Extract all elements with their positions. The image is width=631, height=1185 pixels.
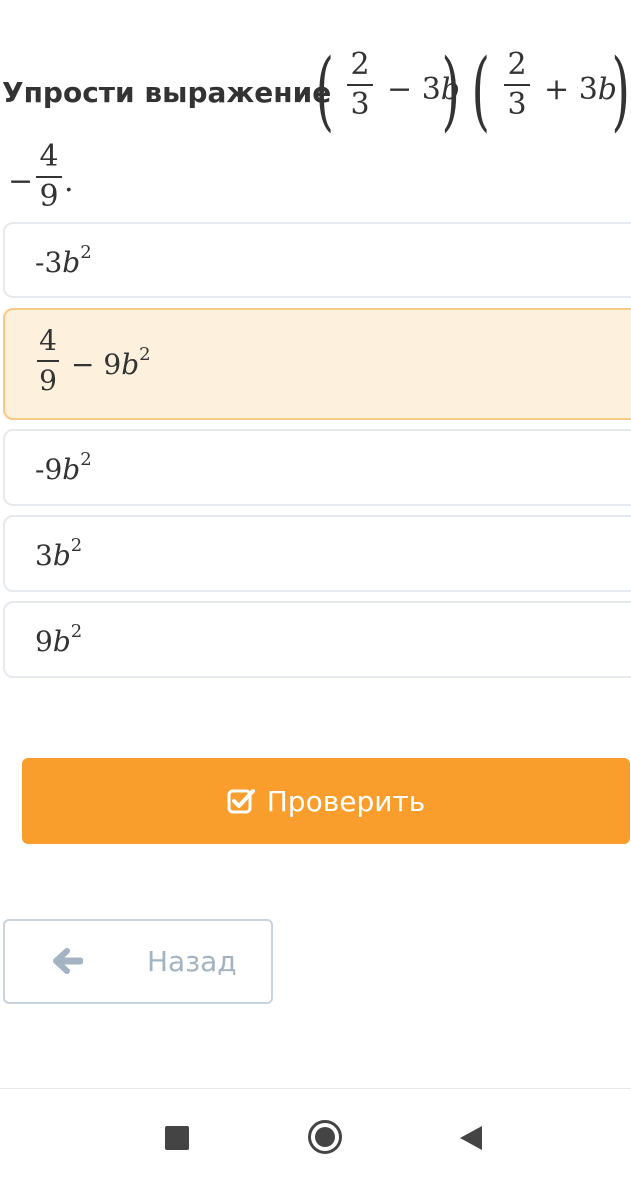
option-2-numerator: 4 xyxy=(39,324,57,357)
option-2-exponent: 2 xyxy=(139,344,151,365)
answer-option-1[interactable]: -3b2 xyxy=(3,222,631,298)
fraction-1: 2 3 xyxy=(347,48,373,122)
answer-option-3[interactable]: -9b2 xyxy=(3,429,631,506)
question-prompt: Упрости выражение xyxy=(2,76,332,109)
fraction-1-denominator: 3 xyxy=(350,87,370,122)
term-2-coefficient: 3 xyxy=(578,72,598,107)
option-2-variable: b xyxy=(121,348,140,381)
fraction-3-numerator: 4 xyxy=(39,139,59,174)
left-paren-2: ( xyxy=(471,41,491,141)
option-5-variable: b xyxy=(52,625,71,658)
option-5-coefficient: 9 xyxy=(35,625,53,658)
term-2: + 3b xyxy=(544,72,617,107)
option-2-operator: − xyxy=(71,348,95,381)
fraction-3: 4 9 xyxy=(36,140,62,214)
term-1-operator: − xyxy=(387,72,413,107)
answer-option-5[interactable]: 9b2 xyxy=(3,601,631,678)
option-2-fraction: 4 9 xyxy=(37,324,59,398)
option-2-term: − 9b2 xyxy=(71,346,151,382)
option-5-expression: 9b2 xyxy=(35,623,82,659)
option-2-denominator: 9 xyxy=(39,364,57,397)
right-paren: ) xyxy=(441,41,461,141)
term-2-operator: + xyxy=(544,72,570,107)
left-paren: ( xyxy=(315,41,335,141)
check-button-label: Проверить xyxy=(266,784,426,818)
option-1-coefficient: -3 xyxy=(35,246,63,279)
option-4-coefficient: 3 xyxy=(35,539,53,572)
line-2-end: . xyxy=(64,164,74,199)
option-3-coefficient: -9 xyxy=(35,453,63,486)
answer-option-4[interactable]: 3b2 xyxy=(3,515,631,592)
option-1-expression: -3b2 xyxy=(35,244,92,280)
back-triangle-icon[interactable] xyxy=(458,1124,484,1156)
back-button-label: Назад xyxy=(147,945,237,978)
option-4-expression: 3b2 xyxy=(35,537,82,573)
fraction-2: 2 3 xyxy=(504,48,530,122)
option-4-exponent: 2 xyxy=(70,535,83,556)
stop-square-icon[interactable] xyxy=(164,1125,190,1155)
system-navigation-bar xyxy=(0,1088,631,1185)
option-3-exponent: 2 xyxy=(80,449,92,470)
option-1-exponent: 2 xyxy=(80,242,92,263)
arrow-left-icon xyxy=(51,945,84,981)
option-5-exponent: 2 xyxy=(70,621,83,642)
option-3-expression: -9b2 xyxy=(35,451,92,487)
term-1-coefficient: 3 xyxy=(421,72,441,107)
fraction-2-denominator: 3 xyxy=(507,87,527,122)
answer-option-2[interactable]: 4 9 − 9b2 xyxy=(3,308,631,420)
fraction-2-numerator: 2 xyxy=(507,47,527,82)
question: Упрости выражение ( 2 3 − 3b ) ( 2 3 + 3… xyxy=(2,48,631,228)
option-2-coefficient: 9 xyxy=(103,348,122,381)
option-3-variable: b xyxy=(62,453,81,486)
option-1-variable: b xyxy=(62,246,81,279)
line-2-operator: − xyxy=(8,164,34,199)
home-circle-icon[interactable] xyxy=(307,1119,343,1159)
back-button[interactable]: Назад xyxy=(3,919,273,1004)
right-paren-2: ) xyxy=(611,41,631,141)
fraction-3-denominator: 9 xyxy=(39,179,59,214)
option-4-variable: b xyxy=(52,539,71,572)
check-square-icon xyxy=(227,788,255,814)
fraction-1-numerator: 2 xyxy=(350,47,370,82)
check-button[interactable]: Проверить xyxy=(22,758,630,844)
